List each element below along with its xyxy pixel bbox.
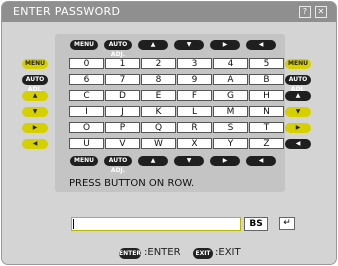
key-f[interactable]: F [177,90,212,101]
key-g[interactable]: G [213,90,248,101]
key-i[interactable]: I [69,106,104,117]
key-t[interactable]: T [249,122,284,133]
enter-badge: ENTER [119,248,141,259]
title-bar: ENTER PASSWORD ? ✕ [2,2,336,22]
backspace-button[interactable]: BS [244,217,268,231]
key-8[interactable]: 8 [141,74,176,85]
key-o[interactable]: O [69,122,104,133]
key-6[interactable]: 6 [69,74,104,85]
left-arrow-icon: ◀ [285,139,311,149]
key-y[interactable]: Y [213,138,248,149]
text-cursor [73,219,74,229]
key-q[interactable]: Q [141,122,176,133]
key-l[interactable]: L [177,106,212,117]
key-z[interactable]: Z [249,138,284,149]
return-icon[interactable]: ↵ [279,217,295,230]
key-k[interactable]: K [141,106,176,117]
key-h[interactable]: H [249,90,284,101]
close-button[interactable]: ✕ [315,6,327,18]
up-arrow-icon: ▲ [138,40,168,50]
row-indicator-menu-left: MENU [22,59,48,69]
right-arrow-icon: ▶ [22,123,48,133]
key-0[interactable]: 0 [69,58,104,69]
right-arrow-icon: ▶ [210,156,240,166]
key-9[interactable]: 9 [177,74,212,85]
key-n[interactable]: N [249,106,284,117]
row-indicator-autoadj-right: AUTO ADJ. [285,75,311,93]
up-arrow-icon: ▲ [22,91,48,101]
key-v[interactable]: V [105,138,140,149]
password-dialog: ENTER PASSWORD ? ✕ MENU AUTO ADJ. ▲ ▼ ▶ … [2,2,336,264]
auto-adj-pill: AUTO ADJ. [104,40,132,58]
up-arrow-icon: ▲ [138,156,168,166]
right-arrow-icon: ▶ [210,40,240,50]
row-indicator-menu-right: MENU [285,59,311,69]
key-4[interactable]: 4 [213,58,248,69]
key-3[interactable]: 3 [177,58,212,69]
left-arrow-icon: ◀ [246,40,276,50]
key-a[interactable]: A [213,74,248,85]
menu-pill: MENU [70,40,98,50]
auto-adj-pill: AUTO ADJ. [104,156,132,174]
right-arrow-icon: ▶ [285,123,311,133]
key-m[interactable]: M [213,106,248,117]
dialog-title: ENTER PASSWORD [13,5,121,18]
down-arrow-icon: ▼ [285,107,311,117]
help-button[interactable]: ? [299,6,311,18]
key-c[interactable]: C [69,90,104,101]
down-arrow-icon: ▼ [174,40,204,50]
key-r[interactable]: R [177,122,212,133]
key-5[interactable]: 5 [249,58,284,69]
instruction-message: PRESS BUTTON ON ROW. [69,178,195,189]
enter-hint: :ENTER [144,247,181,258]
key-1[interactable]: 1 [105,58,140,69]
key-x[interactable]: X [177,138,212,149]
menu-pill: MENU [70,156,98,166]
password-input[interactable] [71,217,241,231]
key-7[interactable]: 7 [105,74,140,85]
row-indicator-autoadj-left: AUTO ADJ. [22,75,48,93]
key-w[interactable]: W [141,138,176,149]
down-arrow-icon: ▼ [174,156,204,166]
exit-badge: EXIT [193,248,213,259]
key-e[interactable]: E [141,90,176,101]
up-arrow-icon: ▲ [285,91,311,101]
key-j[interactable]: J [105,106,140,117]
left-arrow-icon: ◀ [246,156,276,166]
left-arrow-icon: ◀ [22,139,48,149]
key-u[interactable]: U [69,138,104,149]
down-arrow-icon: ▼ [22,107,48,117]
key-b[interactable]: B [249,74,284,85]
key-s[interactable]: S [213,122,248,133]
key-p[interactable]: P [105,122,140,133]
footer: ENTER :ENTER EXIT :EXIT [2,245,336,263]
key-2[interactable]: 2 [141,58,176,69]
exit-hint: :EXIT [215,247,241,258]
key-d[interactable]: D [105,90,140,101]
